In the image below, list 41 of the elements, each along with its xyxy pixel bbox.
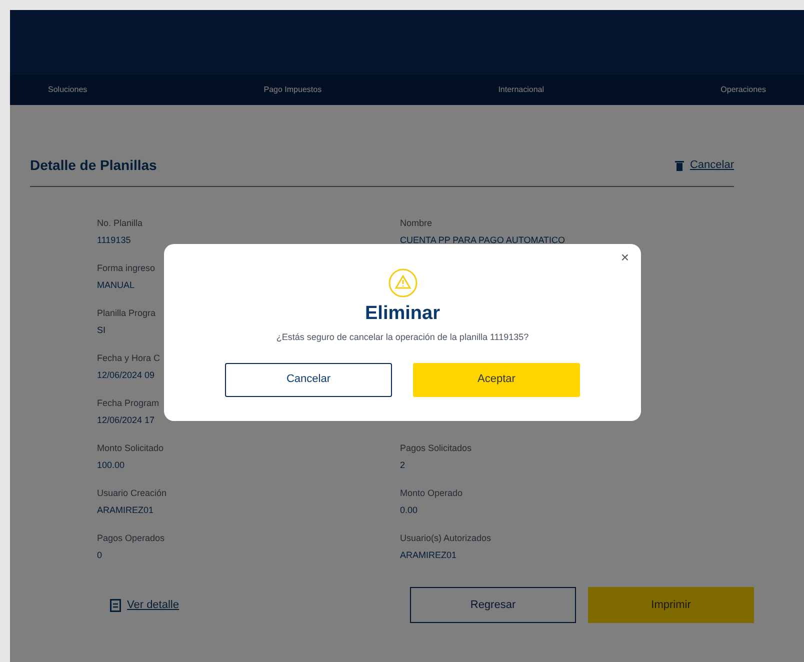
field-value: 12/06/2024 17	[97, 414, 155, 427]
close-button[interactable]: ×	[620, 250, 629, 264]
field-value: 0.00	[400, 504, 418, 517]
field-value: 100.00	[97, 459, 125, 472]
nav-item[interactable]: Pago Impuestos	[264, 84, 322, 96]
nav-item[interactable]: Soluciones	[48, 84, 88, 96]
field-value: 0	[97, 549, 102, 562]
accept-button[interactable]: Aceptar	[413, 362, 580, 396]
field-label: Monto Solicitado	[97, 442, 164, 455]
nav-item[interactable]: Operaciones	[720, 84, 766, 96]
field-label: Fecha y Hora C	[97, 352, 160, 365]
field-label: Pagos Operados	[97, 532, 165, 545]
field-label: Nombre	[400, 217, 432, 230]
field-value: 1119135	[97, 234, 131, 247]
field-value: SI	[97, 324, 106, 337]
document-icon	[110, 598, 121, 612]
print-button[interactable]: Imprimir	[588, 587, 754, 623]
dialog-message: ¿Estás seguro de cancelar la operación de la planilla 1119135?	[276, 331, 529, 344]
field-label: Usuario(s) Autorizados	[400, 532, 492, 545]
warning-icon	[388, 268, 418, 298]
nav-item[interactable]: Internacional	[498, 84, 544, 96]
page-title: Detalle de Planillas	[30, 156, 157, 175]
field-value: CUENTA PP PARA PAGO AUTOMATICO	[400, 234, 566, 247]
field-label: Fecha Program	[97, 397, 160, 410]
detail-link[interactable]: Ver detalle	[110, 596, 179, 614]
field-label: Usuario Creación	[97, 487, 167, 500]
dialog-title: Eliminar	[365, 304, 440, 323]
field-value: ARAMIREZ01	[97, 504, 154, 517]
field-label: Planilla Progra	[97, 307, 156, 320]
field-value: 12/06/2024 09	[97, 369, 155, 382]
field-label: Monto Operado	[400, 487, 463, 500]
field-label: Forma ingreso	[97, 262, 156, 275]
cancel-link[interactable]: Cancelar	[674, 157, 734, 174]
field-label: No. Planilla	[97, 217, 143, 230]
field-value: ARAMIREZ01	[400, 549, 457, 562]
back-button[interactable]: Regresar	[410, 587, 576, 623]
cancel-button[interactable]: Cancelar	[225, 362, 392, 396]
field-label: Pagos Solicitados	[400, 442, 472, 455]
field-value: 2	[400, 459, 406, 472]
trash-icon	[674, 160, 684, 171]
field-value: MANUAL	[97, 279, 135, 292]
